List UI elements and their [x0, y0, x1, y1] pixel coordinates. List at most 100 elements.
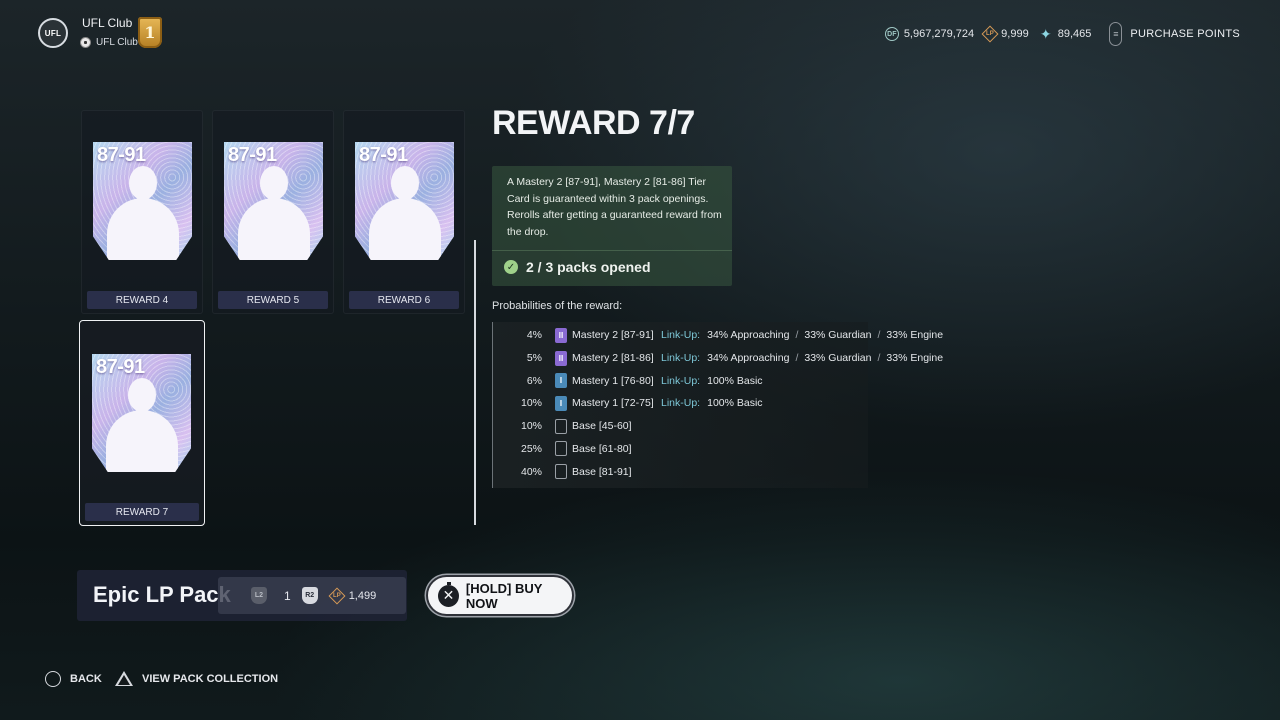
- probability-percent: 5%: [526, 352, 542, 365]
- guarantee-description: A Mastery 2 [87-91], Mastery 2 [81-86] T…: [507, 176, 722, 238]
- currency-lp: LP 9,999: [981, 25, 1029, 43]
- linkup-label: Link-Up:: [661, 374, 701, 387]
- probability-percent: 6%: [526, 374, 542, 387]
- packs-opened-text: 2 / 3 packs opened: [526, 259, 651, 275]
- linkup-value: 33% Engine: [886, 352, 944, 365]
- linkup-value: 33% Guardian: [804, 329, 872, 342]
- lp-diamond-icon: LP: [981, 25, 999, 43]
- pack-quantity: 1: [284, 588, 291, 603]
- card-rating: 87-91: [359, 144, 408, 166]
- probability-row: 40% Base [81-91]: [493, 460, 661, 483]
- player-card-image: 87-91: [92, 354, 191, 472]
- linkup-separator: /: [795, 329, 799, 342]
- probability-table: 4% II Mastery 2 [87-91] Link-Up: 34% Approac…: [492, 322, 943, 488]
- tier-name: Mastery 1 [72-75]: [572, 397, 654, 410]
- club-logo-text: UFL: [44, 28, 62, 38]
- pack-info-bar: Epic LP Pack L2 1 R2 LP 1,499: [77, 570, 407, 621]
- r2-button-icon[interactable]: R2: [301, 587, 318, 604]
- reward-card-4[interactable]: 87-91 REWARD 4: [81, 110, 203, 314]
- linkup-separator: /: [877, 352, 881, 365]
- probability-percent: 40%: [520, 465, 542, 478]
- probability-percent: 4%: [526, 329, 542, 342]
- view-collection-label: VIEW PACK COLLECTION: [142, 672, 279, 685]
- reward-label: REWARD 7: [85, 503, 199, 521]
- reward-card-5[interactable]: 87-91 REWARD 5: [212, 110, 334, 314]
- reward-label: REWARD 6: [349, 291, 459, 309]
- club-logo: UFL: [38, 18, 68, 48]
- circle-button-icon: [45, 671, 61, 687]
- probability-percent: 10%: [520, 397, 542, 410]
- probability-row: 25% Base [61-80]: [493, 438, 661, 461]
- currency-df-value: 5,967,279,724: [903, 28, 975, 40]
- buy-now-button[interactable]: ✕ [HOLD] BUY NOW: [426, 575, 574, 616]
- mastery-2-icon: II: [555, 350, 567, 366]
- currency-sparkle: ✦ 89,465: [1039, 25, 1092, 42]
- reward-card-7[interactable]: 87-91 REWARD 7: [79, 320, 205, 526]
- probability-row: 5% II Mastery 2 [81-86] Link-Up: 34% Approac…: [493, 347, 943, 370]
- probability-row: 10% Base [45-60]: [493, 415, 661, 438]
- linkup-separator: /: [877, 329, 881, 342]
- back-hint[interactable]: BACK: [45, 671, 102, 687]
- club-name: UFL Club: [82, 16, 133, 30]
- reward-label: REWARD 5: [218, 291, 328, 309]
- card-rating: 87-91: [228, 144, 277, 166]
- linkup-value: 34% Approaching: [707, 352, 790, 365]
- linkup-value: 33% Guardian: [804, 352, 872, 365]
- probability-row: 4% II Mastery 2 [87-91] Link-Up: 34% Approac…: [493, 324, 943, 347]
- packs-opened-row: ✓ 2 / 3 packs opened: [504, 259, 651, 275]
- mastery-2-icon: II: [555, 327, 567, 343]
- reward-card-6[interactable]: 87-91 REWARD 6: [343, 110, 465, 314]
- df-coin-icon: DF: [884, 27, 899, 41]
- cross-button-icon: ✕: [438, 581, 459, 607]
- currency-sparkle-value: 89,465: [1057, 28, 1092, 40]
- linkup-label: Link-Up:: [661, 352, 701, 365]
- tier-name: Mastery 2 [87-91]: [572, 329, 654, 342]
- pack-name: Epic LP Pack: [93, 582, 231, 607]
- sparkle-icon: ✦: [1039, 25, 1052, 42]
- linkup-value: 100% Basic: [707, 397, 763, 410]
- base-tier-icon: [555, 464, 567, 480]
- card-rating: 87-91: [96, 356, 145, 378]
- player-card-image: 87-91: [355, 142, 454, 260]
- linkup-value: 34% Approaching: [707, 329, 790, 342]
- mastery-1-icon: I: [555, 395, 567, 411]
- back-label: BACK: [70, 673, 102, 685]
- linkup-label: Link-Up:: [661, 329, 701, 342]
- purchase-points-label: PURCHASE POINTS: [1130, 28, 1240, 40]
- linkup-label: Link-Up:: [661, 397, 701, 410]
- card-rating: 87-91: [97, 144, 146, 166]
- reward-title: REWARD 7/7: [492, 104, 695, 142]
- purchase-points-button[interactable]: ≡ PURCHASE POINTS: [1109, 22, 1240, 46]
- tier-name: Mastery 1 [76-80]: [572, 374, 654, 387]
- probability-percent: 10%: [520, 420, 542, 433]
- linkup-separator: /: [795, 352, 799, 365]
- base-tier-icon: [555, 418, 567, 434]
- lp-diamond-icon: LP: [328, 587, 346, 604]
- pack-price: LP 1,499: [328, 587, 377, 604]
- club-subtitle: UFL Club: [80, 37, 138, 48]
- football-icon: [80, 37, 91, 48]
- player-card-image: 87-91: [93, 142, 192, 260]
- buy-now-label: [HOLD] BUY NOW: [465, 580, 543, 611]
- rank-badge: 1: [138, 17, 162, 48]
- tier-name: Base [45-60]: [572, 420, 632, 433]
- tier-name: Mastery 2 [81-86]: [572, 352, 654, 365]
- player-card-image: 87-91: [224, 142, 323, 260]
- mastery-1-icon: I: [555, 373, 567, 389]
- currency-df: DF 5,967,279,724: [884, 27, 975, 41]
- l2-button-icon[interactable]: L2: [251, 587, 267, 604]
- pack-quantity-selector: L2 1 R2 LP 1,499: [218, 577, 406, 614]
- probability-row: 6% I Mastery 1 [76-80] Link-Up: 100% Basic: [493, 369, 763, 392]
- club-sub-label: UFL Club: [96, 37, 138, 48]
- probabilities-heading: Probabilities of the reward:: [492, 300, 623, 312]
- probability-percent: 25%: [520, 442, 542, 455]
- menu-icon: ≡: [1109, 22, 1123, 46]
- view-pack-collection-hint[interactable]: VIEW PACK COLLECTION: [115, 671, 278, 686]
- pack-price-value: 1,499: [348, 589, 377, 602]
- triangle-button-icon: [115, 671, 133, 686]
- probability-row: 10% I Mastery 1 [72-75] Link-Up: 100% Basic: [493, 392, 763, 415]
- vertical-divider: [474, 240, 476, 525]
- guarantee-info-box: A Mastery 2 [87-91], Mastery 2 [81-86] T…: [492, 166, 732, 286]
- base-tier-icon: [555, 441, 567, 457]
- tier-name: Base [81-91]: [572, 465, 632, 478]
